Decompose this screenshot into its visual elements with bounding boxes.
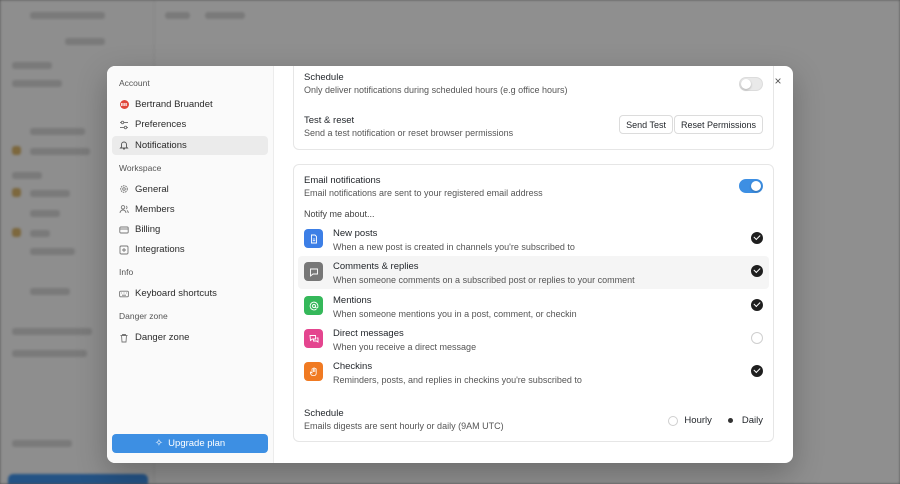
radio-dot xyxy=(668,415,679,426)
item-title: New posts xyxy=(333,228,378,239)
sidebar-item-integrations[interactable]: Integrations xyxy=(112,240,268,259)
item-title: Comments & replies xyxy=(333,261,419,272)
reset-permissions-button[interactable]: Reset Permissions xyxy=(673,115,763,134)
new-posts-checkbox[interactable] xyxy=(751,232,763,244)
messages-icon xyxy=(304,329,323,348)
section-title-info: Info xyxy=(119,267,134,278)
sidebar-item-preferences[interactable]: Preferences xyxy=(112,115,268,134)
item-title: Checkins xyxy=(333,361,373,372)
trash-icon xyxy=(119,333,129,343)
plus-square-icon xyxy=(119,245,129,255)
schedule-row: Schedule Only deliver notifications duri… xyxy=(304,72,763,95)
item-description: When a new post is created in channels y… xyxy=(333,242,575,252)
chat-bubble-icon xyxy=(304,262,323,281)
sidebar-item-label: Preferences xyxy=(135,119,187,131)
item-description: When someone mentions you in a post, com… xyxy=(333,309,577,319)
comments-replies-checkbox[interactable] xyxy=(751,265,763,277)
list-item-new-posts[interactable]: New posts When a new post is created in … xyxy=(298,223,769,256)
item-title: Direct messages xyxy=(333,328,404,339)
item-description: When someone comments on a subscribed po… xyxy=(333,275,635,285)
sidebar-item-label: Keyboard shortcuts xyxy=(135,288,217,300)
sidebar-item-user[interactable]: BB Bertrand Bruandet xyxy=(112,95,268,114)
browser-notifications-card: Schedule Only deliver notifications duri… xyxy=(293,66,774,150)
sidebar-item-label: Integrations xyxy=(135,244,185,256)
schedule-description: Only deliver notifications during schedu… xyxy=(304,85,568,95)
sidebar-item-keyboard-shortcuts[interactable]: Keyboard shortcuts xyxy=(112,284,268,303)
sliders-icon xyxy=(119,120,129,130)
document-icon xyxy=(304,229,323,248)
gear-icon xyxy=(119,184,129,194)
hourly-label: Hourly xyxy=(684,415,712,426)
sidebar-item-billing[interactable]: Billing xyxy=(112,220,268,239)
at-sign-icon xyxy=(304,296,323,315)
sparkle-icon: ✧ xyxy=(154,438,164,449)
section-title-account: Account xyxy=(119,78,150,88)
bell-icon xyxy=(119,140,129,150)
email-notifications-toggle[interactable] xyxy=(739,179,763,193)
sidebar-item-label: Danger zone xyxy=(135,332,190,344)
upgrade-plan-button[interactable]: ✧ Upgrade plan xyxy=(112,434,268,453)
sidebar-item-danger-zone[interactable]: Danger zone xyxy=(112,328,268,347)
item-description: When you receive a direct message xyxy=(333,342,477,352)
email-notifications-title: Email notifications xyxy=(304,175,381,186)
credit-card-icon xyxy=(119,225,129,235)
sidebar-item-members[interactable]: Members xyxy=(112,200,268,219)
notify-label: Notify me about... xyxy=(304,209,375,219)
direct-messages-checkbox[interactable] xyxy=(751,332,763,344)
checkins-checkbox[interactable] xyxy=(751,365,763,377)
upgrade-plan-label: Upgrade plan xyxy=(168,438,226,449)
sidebar-item-general[interactable]: General xyxy=(112,180,268,199)
sidebar-item-notifications[interactable]: Notifications xyxy=(112,135,268,155)
item-title: Mentions xyxy=(333,295,372,306)
schedule-toggle[interactable] xyxy=(739,77,763,91)
schedule-title: Schedule xyxy=(304,72,344,83)
daily-label: Daily xyxy=(741,415,763,426)
sidebar-item-label: Bertrand Bruandet xyxy=(135,99,213,110)
hourly-radio[interactable]: Hourly xyxy=(668,415,712,426)
mentions-checkbox[interactable] xyxy=(751,299,763,311)
send-test-button[interactable]: Send Test xyxy=(619,115,673,134)
sidebar-item-label: Billing xyxy=(135,224,161,236)
keyboard-icon xyxy=(119,289,129,299)
list-item-mentions[interactable]: Mentions When someone mentions you in a … xyxy=(298,290,769,323)
digest-frequency-radio-group: Hourly Daily xyxy=(654,415,763,426)
settings-modal: Account BB Bertrand Bruandet Preferences… xyxy=(107,66,793,463)
settings-sidebar: Account BB Bertrand Bruandet Preferences… xyxy=(107,66,274,463)
email-notifications-row: Email notifications Email notifications … xyxy=(304,175,763,198)
users-icon xyxy=(119,204,129,214)
list-item-checkins[interactable]: Checkins Reminders, posts, and replies i… xyxy=(298,356,769,389)
settings-content: × Schedule Only deliver notifications du… xyxy=(274,66,793,463)
avatar-initials: BB xyxy=(119,100,129,109)
avatar: BB xyxy=(119,100,129,110)
test-reset-row: Test & reset Send a test notification or… xyxy=(304,115,763,138)
email-notifications-card: Email notifications Email notifications … xyxy=(293,164,774,442)
list-item-direct-messages[interactable]: Direct messages When you receive a direc… xyxy=(298,323,769,356)
sidebar-item-label: General xyxy=(135,183,169,195)
sidebar-item-label: Members xyxy=(135,203,175,215)
hand-wave-icon xyxy=(304,362,323,381)
section-title-workspace: Workspace xyxy=(119,162,162,173)
sidebar-item-label: Notifications xyxy=(135,139,187,151)
section-title-danger: Danger zone xyxy=(119,311,168,322)
list-item-comments-replies[interactable]: Comments & replies When someone comments… xyxy=(298,256,769,289)
item-description: Reminders, posts, and replies in checkin… xyxy=(333,375,582,385)
daily-radio[interactable]: Daily xyxy=(725,415,763,426)
email-notifications-description: Email notifications are sent to your reg… xyxy=(304,188,543,198)
radio-dot xyxy=(725,415,736,426)
